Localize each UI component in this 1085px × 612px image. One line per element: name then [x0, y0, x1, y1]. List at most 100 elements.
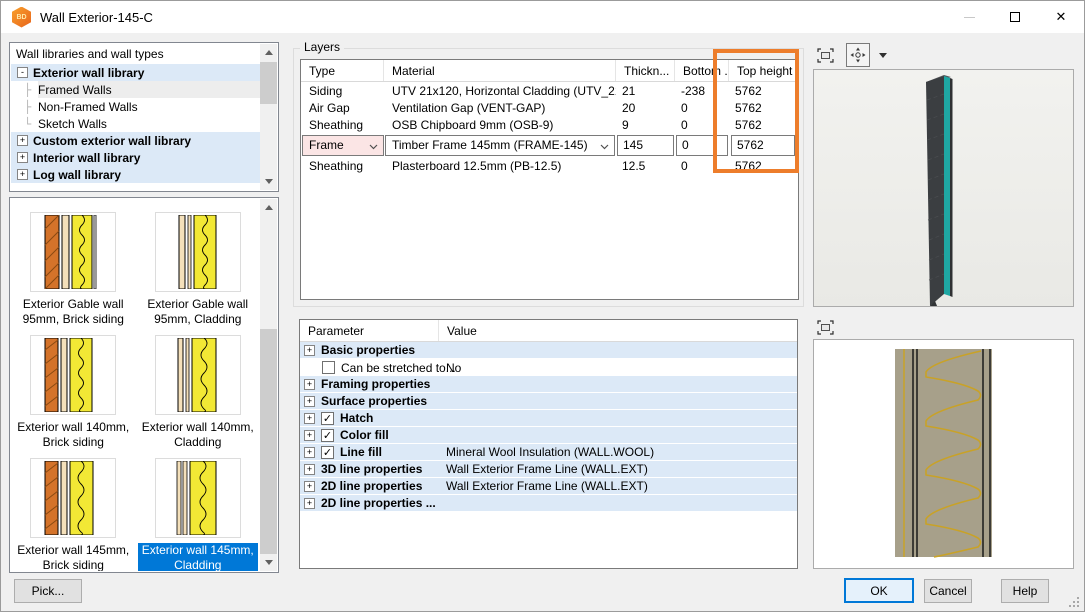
tree-item-sketch-walls[interactable]: └ Sketch Walls: [11, 115, 260, 132]
layer-row-editing[interactable]: Frame Timber Frame 145mm (FRAME-145): [301, 133, 798, 157]
thickness-input[interactable]: [617, 135, 674, 156]
wall-type-item[interactable]: Exterior Gable wall 95mm, Brick siding: [13, 212, 133, 327]
wall-type-scrollbar[interactable]: [260, 199, 277, 571]
tree-scrollbar[interactable]: [260, 44, 277, 190]
preview-2d-viewport[interactable]: [813, 339, 1074, 569]
tree-item-exterior-wall-library[interactable]: - Exterior wall library: [11, 64, 260, 81]
expand-icon[interactable]: +: [304, 345, 315, 356]
layer-row[interactable]: Air Gap Ventilation Gap (VENT-GAP) 20 0 …: [301, 99, 798, 116]
app-icon-text: BD: [16, 14, 26, 21]
scrollbar-thumb[interactable]: [260, 62, 277, 104]
layer-thickness: 21: [616, 84, 675, 98]
wall-type-thumbnail[interactable]: [155, 335, 241, 415]
expand-icon[interactable]: +: [304, 481, 315, 492]
close-button[interactable]: ✕: [1038, 1, 1084, 33]
tree-item-custom-exterior-wall-library[interactable]: + Custom exterior wall library: [11, 132, 260, 149]
wall-type-item[interactable]: Exterior Gable wall 95mm, Cladding: [138, 212, 258, 327]
help-button[interactable]: Help: [1001, 579, 1049, 603]
wall-type-thumbnail[interactable]: [155, 458, 241, 538]
expand-icon[interactable]: +: [304, 430, 315, 441]
orbit-tool-button[interactable]: [846, 43, 870, 67]
checkbox-checked-icon[interactable]: [321, 429, 334, 442]
tree-header: Wall libraries and wall types: [11, 44, 260, 64]
layer-row[interactable]: Sheathing Plasterboard 12.5mm (PB-12.5) …: [301, 157, 798, 174]
pick-button[interactable]: Pick...: [14, 579, 82, 603]
expand-icon[interactable]: +: [304, 413, 315, 424]
param-row-2d-line-properties[interactable]: + 2D line properties Wall Exterior Frame…: [300, 478, 797, 495]
wall-type-thumbnail[interactable]: [155, 212, 241, 292]
layer-material: OSB Chipboard 9mm (OSB-9): [384, 118, 616, 132]
wall-type-thumbnail[interactable]: [30, 458, 116, 538]
wall-type-item[interactable]: Exterior wall 140mm, Cladding: [138, 335, 258, 450]
param-row-surface-properties[interactable]: + Surface properties: [300, 393, 797, 410]
layer-type-dropdown[interactable]: Frame: [302, 135, 384, 156]
tree-item-log-wall-library[interactable]: + Log wall library: [11, 166, 260, 183]
maximize-button[interactable]: [992, 1, 1038, 33]
layer-thickness: 20: [616, 101, 675, 115]
wall-type-thumbnail[interactable]: [30, 335, 116, 415]
param-row-color-fill[interactable]: + Color fill: [300, 427, 797, 444]
param-row-3d-line-properties[interactable]: + 3D line properties Wall Exterior Frame…: [300, 461, 797, 478]
tree-item-label: Exterior wall library: [33, 66, 144, 80]
checkbox-checked-icon[interactable]: [321, 412, 334, 425]
layer-row[interactable]: Sheathing OSB Chipboard 9mm (OSB-9) 9 0 …: [301, 116, 798, 133]
param-row-2d-line-properties-2[interactable]: + 2D line properties ...: [300, 495, 797, 512]
column-header-parameter[interactable]: Parameter: [300, 320, 439, 341]
expand-icon[interactable]: +: [304, 464, 315, 475]
fit-view-button[interactable]: [813, 43, 837, 67]
param-row-line-fill[interactable]: + Line fill Mineral Wool Insulation (WAL…: [300, 444, 797, 461]
column-header-thickness[interactable]: Thickn...: [616, 60, 675, 81]
column-header-material[interactable]: Material: [384, 60, 616, 81]
scroll-up-icon[interactable]: [260, 199, 277, 216]
top-height-input[interactable]: [731, 135, 795, 156]
wall-type-item-selected[interactable]: Exterior wall 145mm, Cladding: [138, 458, 258, 571]
titlebar: BD Wall Exterior-145-C ✕: [1, 1, 1084, 33]
wall-type-item[interactable]: Exterior wall 140mm, Brick siding: [13, 335, 133, 450]
wall-type-thumbnail[interactable]: [30, 212, 116, 292]
layer-type: Air Gap: [301, 101, 384, 115]
resize-grip[interactable]: [1069, 597, 1080, 608]
collapse-icon[interactable]: -: [17, 67, 28, 78]
expand-icon[interactable]: +: [304, 379, 315, 390]
expand-icon[interactable]: +: [17, 152, 28, 163]
expand-icon[interactable]: +: [17, 169, 28, 180]
view-mode-dropdown-icon[interactable]: [879, 53, 887, 58]
expand-icon[interactable]: +: [304, 498, 315, 509]
column-header-value[interactable]: Value: [439, 320, 477, 341]
expand-icon[interactable]: +: [17, 135, 28, 146]
param-row-framing-properties[interactable]: + Framing properties: [300, 376, 797, 393]
wall-type-item[interactable]: Exterior wall 145mm, Brick siding: [13, 458, 133, 571]
scroll-down-icon[interactable]: [260, 173, 277, 190]
param-row-hatch[interactable]: + Hatch: [300, 410, 797, 427]
scrollbar-thumb[interactable]: [260, 329, 277, 554]
expand-icon[interactable]: +: [304, 396, 315, 407]
scroll-up-icon[interactable]: [260, 44, 277, 61]
ok-button[interactable]: OK: [844, 578, 914, 603]
layer-row[interactable]: Siding UTV 21x120, Horizontal Cladding (…: [301, 82, 798, 99]
layer-material: Plasterboard 12.5mm (PB-12.5): [384, 159, 616, 173]
preview-2d-panel: [809, 313, 1078, 571]
fit-view-button[interactable]: [813, 315, 837, 339]
branch-icon: └: [24, 117, 38, 131]
cancel-button[interactable]: Cancel: [924, 579, 972, 603]
scroll-down-icon[interactable]: [260, 554, 277, 571]
tree-item-non-framed-walls[interactable]: ├ Non-Framed Walls: [11, 98, 260, 115]
checkbox-unchecked-icon[interactable]: [322, 361, 335, 374]
param-row-can-be-stretched[interactable]: Can be stretched to... No: [300, 359, 797, 376]
minimize-button[interactable]: [946, 1, 992, 33]
column-header-top-height[interactable]: Top height: [729, 60, 798, 81]
column-header-type[interactable]: Type: [301, 60, 384, 81]
tree-item-interior-wall-library[interactable]: + Interior wall library: [11, 149, 260, 166]
layer-material: Ventilation Gap (VENT-GAP): [384, 101, 616, 115]
app-icon: BD: [12, 7, 31, 28]
bottom-height-input[interactable]: [676, 135, 728, 156]
checkbox-checked-icon[interactable]: [321, 446, 334, 459]
param-label: Framing properties: [321, 377, 430, 391]
param-row-basic-properties[interactable]: + Basic properties: [300, 342, 797, 359]
layer-material-dropdown[interactable]: Timber Frame 145mm (FRAME-145): [385, 135, 615, 156]
tree-item-framed-walls[interactable]: ├ Framed Walls: [11, 81, 260, 98]
preview-3d-viewport[interactable]: [813, 69, 1074, 307]
parameter-table-header: Parameter Value: [300, 320, 797, 342]
expand-icon[interactable]: +: [304, 447, 315, 458]
column-header-bottom[interactable]: Bottom ..: [675, 60, 729, 81]
